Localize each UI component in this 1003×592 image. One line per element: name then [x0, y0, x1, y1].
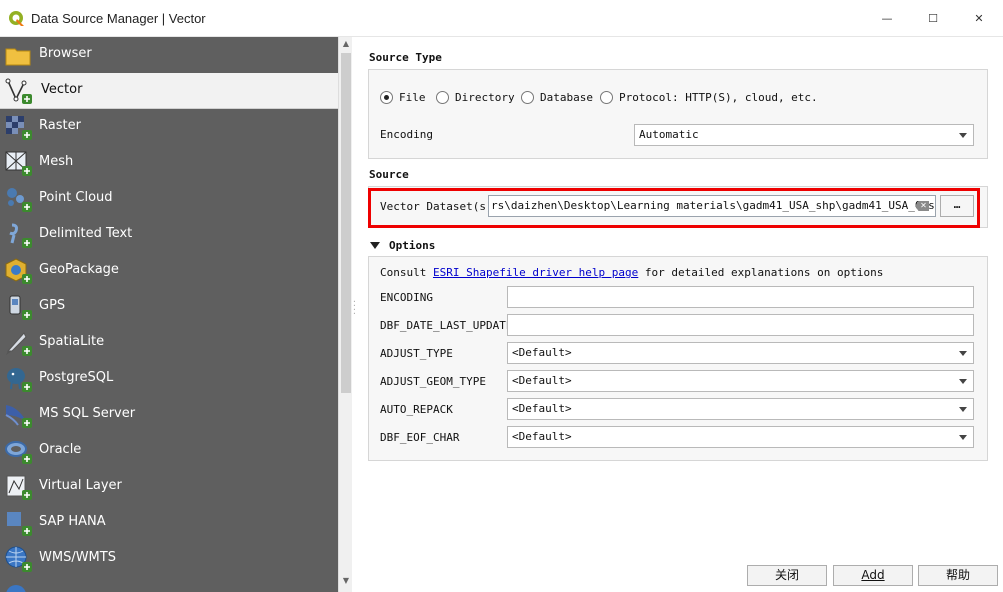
- option-label-adjust-geom-type: ADJUST_GEOM_TYPE: [380, 375, 486, 388]
- close-window-button[interactable]: ✕: [956, 0, 1002, 37]
- option-dbf-eof-char-select[interactable]: <Default>: [507, 426, 974, 448]
- close-button[interactable]: 关闭: [747, 565, 827, 586]
- vector-dataset-label: Vector Dataset(s): [380, 200, 493, 213]
- sidebar-item-point-cloud[interactable]: Point Cloud: [0, 181, 338, 217]
- sidebar-item-browser[interactable]: Browser: [0, 37, 338, 73]
- wms-icon: [5, 546, 32, 572]
- chevron-down-icon: [959, 407, 967, 412]
- options-title[interactable]: Options: [389, 239, 435, 252]
- help-button[interactable]: 帮助: [918, 565, 998, 586]
- sidebar-item-virtual-layer[interactable]: Virtual Layer: [0, 469, 338, 505]
- scroll-thumb[interactable]: [341, 53, 351, 393]
- sidebar-scrollbar[interactable]: ▲ ▼: [338, 37, 352, 592]
- point-cloud-icon: [7, 188, 32, 212]
- encoding-select[interactable]: Automatic: [634, 124, 974, 146]
- sidebar-item-mesh[interactable]: Mesh: [0, 145, 338, 181]
- sidebar-item-geopackage[interactable]: GeoPackage: [0, 253, 338, 289]
- vector-dataset-input[interactable]: rs\daizhen\Desktop\Learning materials\ga…: [488, 195, 936, 217]
- chevron-down-icon: [959, 351, 967, 356]
- sidebar-item-gps[interactable]: GPS: [0, 289, 338, 325]
- vector-icon: [5, 78, 32, 104]
- mesh-icon: [5, 151, 32, 176]
- radio-directory[interactable]: Directory: [436, 91, 515, 104]
- sidebar-item-vector[interactable]: Vector: [0, 73, 338, 109]
- gps-icon: [9, 295, 32, 320]
- sidebar-item-delimited-text[interactable]: Delimited Text: [0, 217, 338, 253]
- postgresql-icon: [7, 368, 32, 392]
- sidebar-item-raster[interactable]: Raster: [0, 109, 338, 145]
- browse-button[interactable]: …: [940, 195, 974, 217]
- sap-hana-icon: [7, 512, 32, 536]
- option-adjust-type-select[interactable]: <Default>: [507, 342, 974, 364]
- main-panel: Source Type File Directory Database Prot…: [360, 37, 1003, 592]
- sidebar-item-spatialite[interactable]: SpatiaLite: [0, 325, 338, 361]
- option-label-dbf-eof-char: DBF_EOF_CHAR: [380, 431, 460, 444]
- delimited-text-icon: [9, 223, 32, 248]
- virtual-layer-icon: [6, 475, 32, 500]
- sidebar-item-ms-sql-server[interactable]: MS SQL Server: [0, 397, 338, 433]
- radio-file[interactable]: File: [380, 91, 426, 104]
- option-encoding-input[interactable]: [507, 286, 974, 308]
- sidebar-item-oracle[interactable]: Oracle: [0, 433, 338, 469]
- option-label-dbf-date-last-update: DBF_DATE_LAST_UPDATE: [380, 319, 513, 332]
- option-label-auto-repack: AUTO_REPACK: [380, 403, 453, 416]
- option-label-adjust-type: ADJUST_TYPE: [380, 347, 453, 360]
- source-title: Source: [369, 168, 409, 181]
- mssql-icon: [5, 405, 32, 428]
- sidebar: Browser Vector Raster Mesh Point Cloud D…: [0, 37, 338, 592]
- minimize-button[interactable]: —: [864, 0, 910, 37]
- sidebar-item-postgresql[interactable]: PostgreSQL: [0, 361, 338, 397]
- radio-directory-circle[interactable]: [436, 91, 449, 104]
- source-type-title: Source Type: [369, 51, 442, 64]
- spatialite-icon: [6, 332, 32, 356]
- option-adjust-geom-type-select[interactable]: <Default>: [507, 370, 974, 392]
- sidebar-item-sap-hana[interactable]: SAP HANA: [0, 505, 338, 541]
- sidebar-item-more[interactable]: [0, 577, 338, 592]
- radio-protocol[interactable]: Protocol: HTTP(S), cloud, etc.: [600, 91, 818, 104]
- sidebar-item-wms-wmts[interactable]: WMS/WMTS: [0, 541, 338, 577]
- raster-icon: [6, 116, 32, 140]
- option-auto-repack-select[interactable]: <Default>: [507, 398, 974, 420]
- qgis-logo-icon: [9, 11, 24, 26]
- title-bar: Data Source Manager | Vector — ☐ ✕: [0, 0, 1003, 37]
- maximize-button[interactable]: ☐: [910, 0, 956, 37]
- splitter-handle[interactable]: · · · ·: [352, 298, 357, 320]
- collapse-arrow-icon[interactable]: [370, 242, 380, 249]
- esri-shapefile-help-link[interactable]: ESRI Shapefile driver help page: [433, 266, 638, 279]
- chevron-down-icon: [959, 435, 967, 440]
- chevron-down-icon: [959, 379, 967, 384]
- add-button[interactable]: Add: [833, 565, 913, 586]
- geopackage-icon: [5, 258, 32, 284]
- globe-icon: [6, 585, 26, 592]
- option-dbf-date-last-update-input[interactable]: [507, 314, 974, 336]
- scroll-up-arrow-icon[interactable]: ▲: [339, 37, 353, 51]
- folder-icon: [5, 48, 31, 66]
- chevron-down-icon: [959, 133, 967, 138]
- scroll-down-arrow-icon[interactable]: ▼: [339, 574, 353, 588]
- options-help-text: Consult ESRI Shapefile driver help page …: [380, 266, 884, 279]
- radio-protocol-circle[interactable]: [600, 91, 613, 104]
- encoding-label: Encoding: [380, 128, 433, 141]
- radio-database-circle[interactable]: [521, 91, 534, 104]
- oracle-icon: [5, 441, 32, 464]
- radio-database[interactable]: Database: [521, 91, 593, 104]
- option-label-encoding: ENCODING: [380, 291, 433, 304]
- window-title: Data Source Manager | Vector: [31, 11, 206, 26]
- radio-file-circle[interactable]: [380, 91, 393, 104]
